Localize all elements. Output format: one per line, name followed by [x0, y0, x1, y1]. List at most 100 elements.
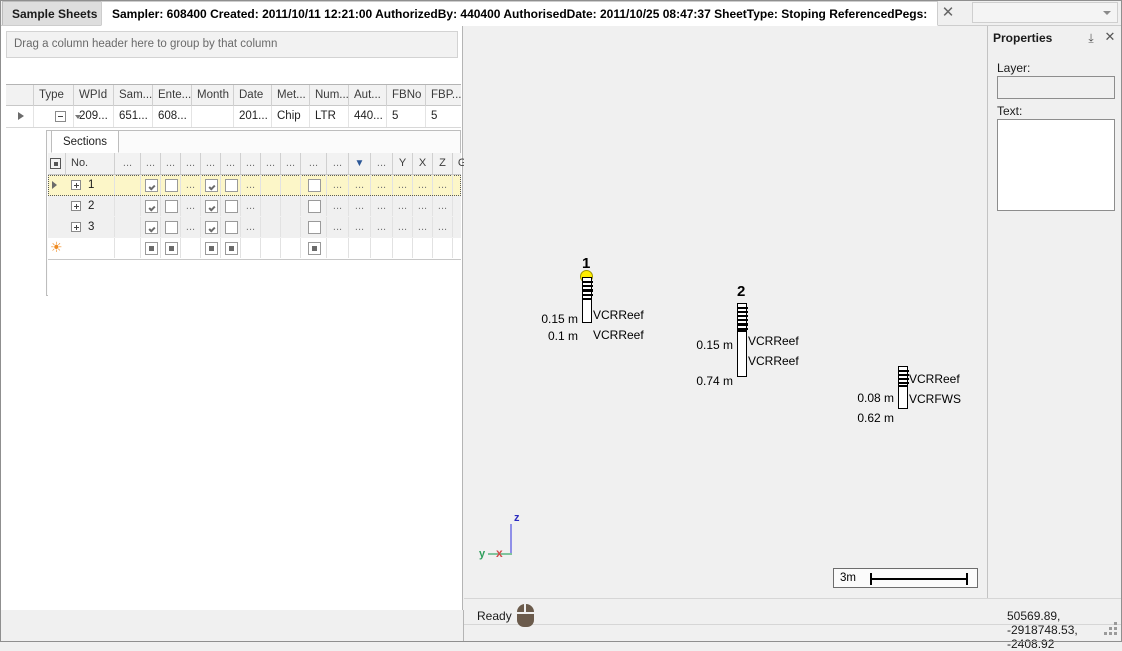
section-cell-5[interactable]: ... — [181, 217, 201, 237]
table-row[interactable]: 3 ... ... ... ... ... ... ... — [48, 217, 461, 238]
tristate-box-icon[interactable] — [225, 242, 238, 255]
section-cell-11[interactable] — [301, 196, 327, 216]
new-cell-y[interactable] — [393, 238, 413, 258]
row-header[interactable] — [48, 175, 62, 196]
section-cell-9[interactable] — [261, 175, 281, 195]
tristate-box-icon[interactable] — [205, 242, 218, 255]
new-cell-12[interactable] — [327, 238, 349, 258]
checkbox-checked[interactable] — [205, 179, 218, 192]
section-cell-12[interactable]: ... — [327, 175, 349, 195]
section-cell-9[interactable] — [261, 196, 281, 216]
outer-col-type[interactable]: Type — [34, 85, 74, 106]
outer-col-sam[interactable]: Sam... — [114, 85, 153, 106]
section-cell-y[interactable]: ... — [393, 196, 413, 216]
section-cell-4[interactable] — [161, 175, 181, 195]
sections-col-8[interactable]: ... — [241, 153, 261, 174]
outer-cell-met[interactable]: Chip — [272, 106, 310, 127]
section-cell-5[interactable]: ... — [181, 196, 201, 216]
section-cell-7[interactable] — [221, 196, 241, 216]
section-cell-x[interactable]: ... — [413, 196, 433, 216]
new-cell-7[interactable] — [221, 238, 241, 258]
section-cell-2[interactable] — [115, 196, 141, 216]
section-cell-z[interactable]: ... — [433, 196, 453, 216]
checkbox-unchecked[interactable] — [225, 200, 238, 213]
3d-viewport[interactable]: 1 VCRReef VCRReef 0.15 m 0.1 m 2 — [464, 26, 986, 598]
new-cell-6[interactable] — [201, 238, 221, 258]
sections-col-no[interactable]: No. — [66, 153, 115, 174]
checkbox-unchecked[interactable] — [308, 179, 321, 192]
outer-cell-wpid[interactable]: 209... — [74, 106, 114, 127]
checkbox-checked[interactable] — [145, 179, 158, 192]
outer-grid-row[interactable]: 209... 651... 608... 201... Chip LTR 440… — [6, 106, 461, 128]
section-cell-3[interactable] — [141, 175, 161, 195]
layer-field[interactable] — [997, 76, 1115, 99]
sections-col-selector[interactable] — [48, 153, 66, 174]
tab-sample-sheets[interactable]: Sample Sheets — [2, 1, 107, 25]
close-icon[interactable]: ✕ — [1103, 30, 1117, 44]
section-cell-4[interactable] — [161, 196, 181, 216]
outer-col-ente[interactable]: Ente... — [153, 85, 192, 106]
section-cell-8[interactable]: ... — [241, 217, 261, 237]
outer-col-aut[interactable]: Aut... — [349, 85, 387, 106]
core-stick-lower-3[interactable] — [898, 386, 908, 409]
section-cell-13[interactable]: ... — [349, 175, 371, 195]
new-cell-2[interactable] — [115, 238, 141, 258]
new-record-row[interactable]: ☀ — [48, 238, 461, 259]
outer-cell-num[interactable]: LTR — [310, 106, 349, 127]
expand-section-icon[interactable] — [71, 222, 81, 232]
core-stick-upper-2[interactable] — [737, 303, 747, 331]
tab-document[interactable]: Sampler: 608400 Created: 2011/10/11 12:2… — [101, 1, 938, 26]
sections-col-filter[interactable]: ▼ — [349, 153, 371, 174]
core-stick-lower-2[interactable] — [737, 331, 747, 377]
expand-section-icon[interactable] — [71, 180, 81, 190]
group-by-dropzone[interactable]: Drag a column header here to group by th… — [6, 31, 458, 58]
sections-col-10[interactable]: ... — [281, 153, 301, 174]
section-cell-2[interactable] — [115, 217, 141, 237]
section-cell-12[interactable]: ... — [327, 196, 349, 216]
outer-col-wpid[interactable]: WPId — [74, 85, 114, 106]
new-cell-no[interactable] — [66, 238, 115, 258]
new-cell-10[interactable] — [281, 238, 301, 258]
new-cell-3[interactable] — [141, 238, 161, 258]
sections-col-z[interactable]: Z — [433, 153, 453, 174]
new-cell-14[interactable] — [371, 238, 393, 258]
checkbox-unchecked[interactable] — [225, 179, 238, 192]
section-cell-8[interactable]: ... — [241, 196, 261, 216]
new-cell-x[interactable] — [413, 238, 433, 258]
expand-section-icon[interactable] — [71, 201, 81, 211]
outer-cell-sam[interactable]: 651... — [114, 106, 153, 127]
new-cell-13[interactable] — [349, 238, 371, 258]
outer-col-date[interactable]: Date — [234, 85, 272, 106]
section-cell-9[interactable] — [261, 217, 281, 237]
section-cell-10[interactable] — [281, 196, 301, 216]
section-cell-x[interactable]: ... — [413, 175, 433, 195]
sections-col-3[interactable]: ... — [141, 153, 161, 174]
checkbox-unchecked[interactable] — [165, 200, 178, 213]
outer-cell-month[interactable] — [192, 106, 234, 127]
new-cell-z[interactable] — [433, 238, 453, 258]
table-row[interactable]: 2 ... ... ... ... ... ... ... — [48, 196, 461, 217]
section-cell-z[interactable]: ... — [433, 175, 453, 195]
checkbox-unchecked[interactable] — [308, 200, 321, 213]
pin-icon[interactable]: ⤓ — [1084, 31, 1098, 45]
outer-cell-ente[interactable]: 608... — [153, 106, 192, 127]
resize-grip[interactable] — [1104, 622, 1118, 636]
outer-cell-fbp[interactable]: 5 — [426, 106, 461, 127]
checkbox-unchecked[interactable] — [165, 221, 178, 234]
section-cell-4[interactable] — [161, 217, 181, 237]
sections-col-2[interactable]: ... — [115, 153, 141, 174]
section-cell-3[interactable] — [141, 196, 161, 216]
tristate-box-icon[interactable] — [308, 242, 321, 255]
outer-col-met[interactable]: Met... — [272, 85, 310, 106]
section-cell-11[interactable] — [301, 175, 327, 195]
outer-col-fbno[interactable]: FBNo — [387, 85, 426, 106]
sections-col-14[interactable]: ... — [371, 153, 393, 174]
tristate-box-icon[interactable] — [165, 242, 178, 255]
outer-cell-fbno[interactable]: 5 — [387, 106, 426, 127]
section-cell-13[interactable]: ... — [349, 217, 371, 237]
checkbox-checked[interactable] — [145, 200, 158, 213]
section-cell-y[interactable]: ... — [393, 217, 413, 237]
close-icon[interactable]: ✕ — [938, 3, 958, 23]
section-cell-5[interactable]: ... — [181, 175, 201, 195]
text-field[interactable] — [997, 119, 1115, 211]
